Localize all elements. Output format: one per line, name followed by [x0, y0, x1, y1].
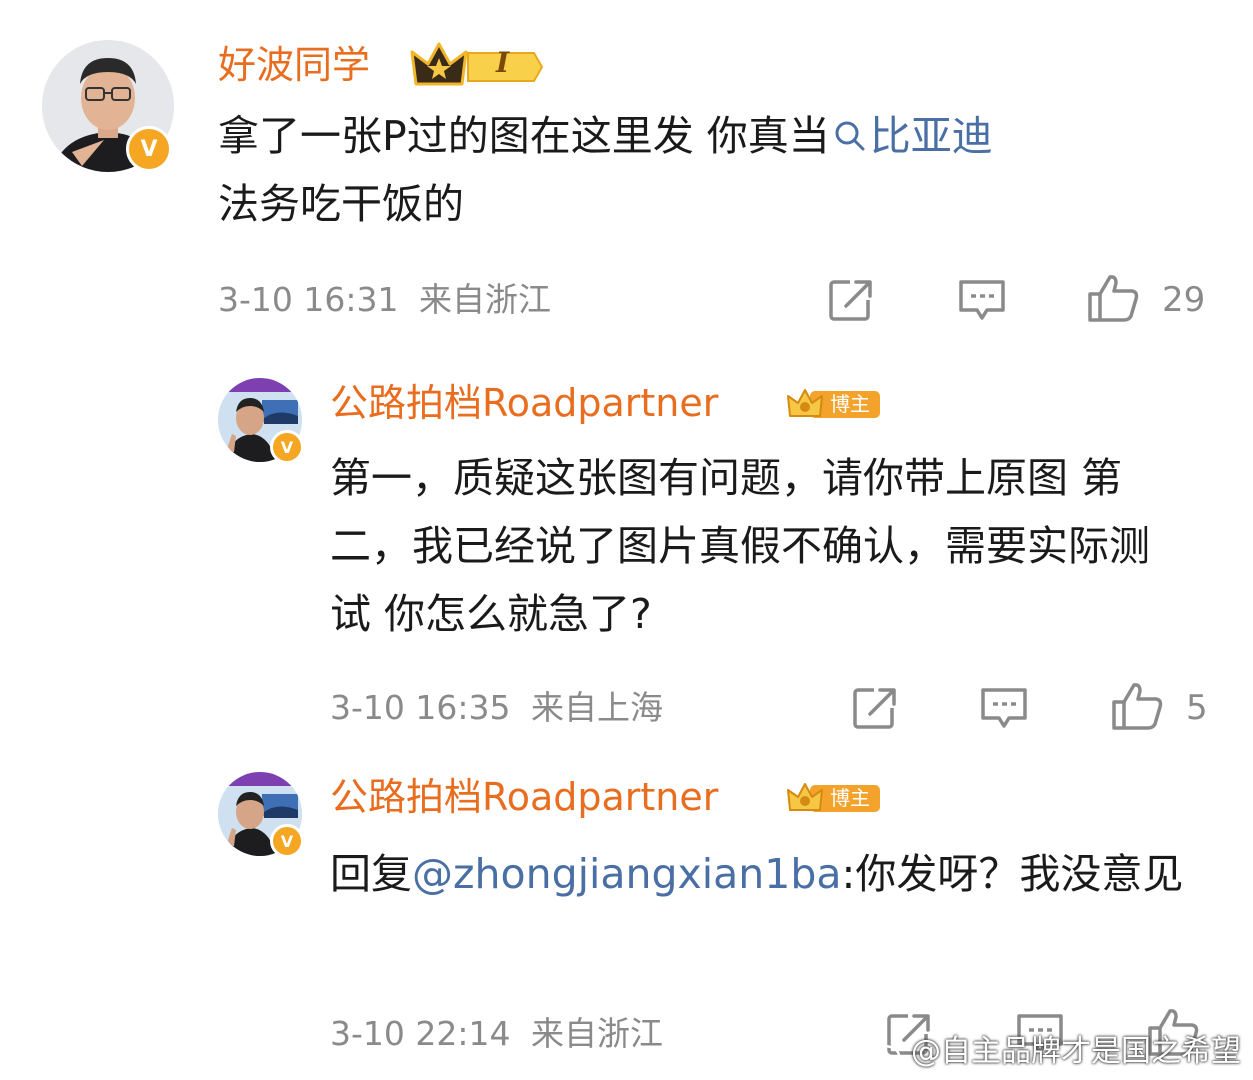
- timestamp: 3-10 16:31: [218, 280, 399, 319]
- verified-v-icon: V: [270, 430, 304, 464]
- location: 来自浙江: [531, 1014, 663, 1053]
- blogger-badge-label: 博主: [830, 392, 870, 416]
- member-crown-badge: I: [410, 38, 546, 90]
- username[interactable]: 公路拍档Roadpartner: [330, 380, 718, 426]
- timestamp: 3-10 22:14: [330, 1014, 511, 1053]
- level-badge-label: I: [496, 46, 510, 79]
- watermark: @自主品牌才是国之希望: [867, 1034, 1241, 1070]
- blogger-badge-label: 博主: [830, 786, 870, 810]
- blogger-badge: 博主: [786, 386, 882, 422]
- like-icon[interactable]: [1110, 680, 1166, 732]
- comment-icon[interactable]: [978, 684, 1030, 732]
- repost-icon[interactable]: [850, 684, 898, 732]
- comment-icon[interactable]: [956, 276, 1008, 324]
- like-icon[interactable]: [1086, 272, 1142, 324]
- comment-text: 拿了一张P过的图在这里发 你真当 比亚迪 法务吃干饭的: [218, 112, 993, 228]
- like-count: 5: [1186, 688, 1208, 728]
- timestamp: 3-10 16:35: [330, 688, 511, 727]
- search-link[interactable]: 比亚迪: [830, 112, 993, 160]
- verified-v-icon: V: [270, 824, 304, 858]
- verified-v-icon: V: [126, 126, 172, 172]
- repost-icon[interactable]: [826, 276, 874, 324]
- comment-meta: 3-10 22:14 来自浙江: [330, 1014, 663, 1054]
- like-count: 29: [1162, 280, 1206, 320]
- comment-meta: 3-10 16:35 来自上海: [330, 688, 663, 728]
- comment-text: 第一，质疑这张图有问题，请你带上原图 第二，我已经说了图片真假不确认，需要实际测…: [330, 454, 1150, 638]
- blogger-badge: 博主: [786, 780, 882, 816]
- username[interactable]: 公路拍档Roadpartner: [330, 774, 718, 820]
- comment-text: 回复@zhongjiangxian1ba:你发呀？我没意见: [330, 850, 1184, 898]
- crown-icon: [410, 42, 544, 86]
- location: 来自浙江: [419, 280, 551, 319]
- username[interactable]: 好波同学: [218, 42, 370, 88]
- watermark-text: @自主品牌才是国之希望: [911, 1034, 1241, 1069]
- search-icon: [835, 121, 865, 151]
- weibo-logo-icon: [867, 1038, 905, 1068]
- location: 来自上海: [531, 688, 663, 727]
- comment-meta: 3-10 16:31 来自浙江: [218, 280, 551, 320]
- mention-link[interactable]: @zhongjiangxian1ba: [412, 850, 842, 898]
- comment-thread: V 好波同学 I 拿了一张P过的图在这里发 你真当 比亚迪 法务吃干饭的 3-10…: [0, 0, 1253, 1080]
